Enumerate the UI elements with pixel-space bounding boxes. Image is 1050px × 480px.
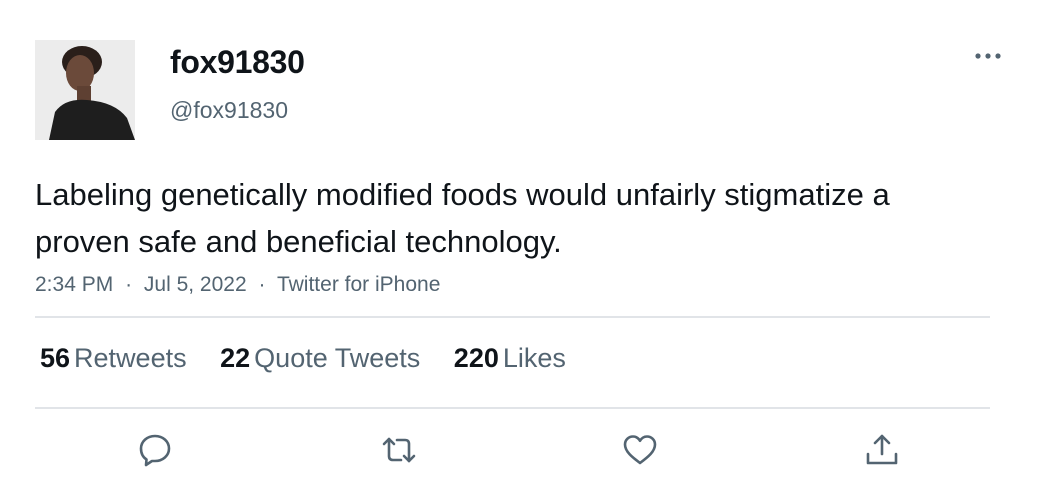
reply-icon: [139, 434, 171, 467]
share-icon: [866, 434, 898, 465]
likes-label: Likes: [502, 343, 566, 373]
heart-icon: [623, 435, 657, 465]
meta-separator: ·: [125, 273, 133, 296]
profile-photo-icon: [35, 40, 135, 140]
display-name[interactable]: fox91830: [170, 44, 305, 81]
avatar[interactable]: [35, 40, 135, 140]
tweet-time[interactable]: 2:34 PM: [35, 273, 113, 296]
meta-separator: ·: [258, 273, 266, 296]
reply-button[interactable]: [137, 432, 173, 468]
divider: [35, 316, 990, 318]
retweet-button[interactable]: [381, 432, 417, 468]
tweet-card: fox91830 @fox91830 Labeling genetically …: [0, 0, 1050, 480]
tweet-source[interactable]: Twitter for iPhone: [277, 273, 440, 296]
likes-count: 220: [453, 343, 499, 373]
share-button[interactable]: [864, 432, 900, 468]
tweet-date[interactable]: Jul 5, 2022: [144, 273, 247, 296]
divider: [35, 407, 990, 409]
quote-tweets-stat[interactable]: 22 Quote Tweets: [220, 343, 420, 374]
quote-tweets-label: Quote Tweets: [254, 343, 421, 373]
user-handle[interactable]: @fox91830: [170, 97, 288, 124]
retweets-stat[interactable]: 56 Retweets: [40, 343, 187, 374]
retweets-count: 56: [40, 343, 71, 373]
more-options-icon[interactable]: [973, 47, 1003, 65]
engagement-stats: 56 Retweets 22 Quote Tweets 220 Likes: [40, 343, 592, 374]
retweets-label: Retweets: [74, 343, 187, 373]
like-button[interactable]: [622, 432, 658, 468]
tweet-text: Labeling genetically modified foods woul…: [35, 177, 890, 259]
quote-tweets-count: 22: [220, 343, 251, 373]
tweet-meta: 2:34 PM · Jul 5, 2022 · Twitter for iPho…: [35, 273, 440, 297]
retweet-icon: [382, 437, 416, 463]
likes-stat[interactable]: 220 Likes: [454, 343, 566, 374]
